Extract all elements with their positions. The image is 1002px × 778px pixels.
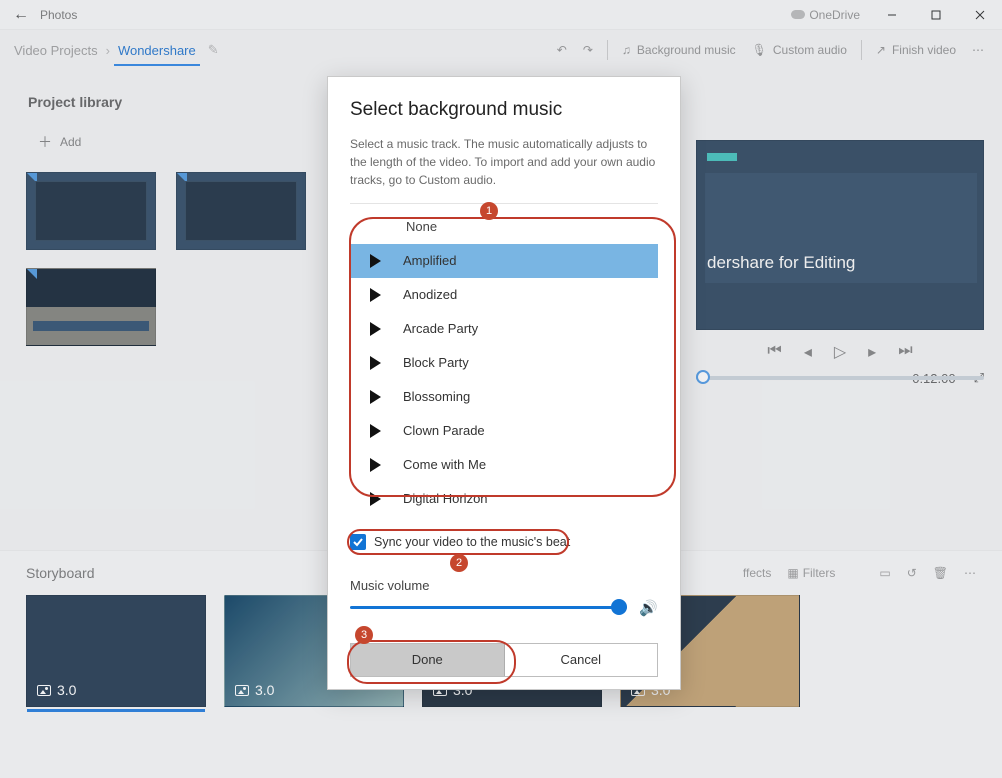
clip-duration: 3.0 (255, 682, 274, 698)
preview-scrubber[interactable] (696, 376, 984, 380)
play-icon[interactable] (370, 288, 381, 302)
more-button[interactable]: ⋯ (964, 39, 992, 61)
resize-icon[interactable]: ▭ (879, 566, 890, 580)
finish-video-button[interactable]: ↗ Finish video (868, 39, 964, 61)
step-back-icon[interactable]: ◂ (804, 342, 812, 362)
close-button[interactable] (958, 0, 1002, 30)
step-fwd-icon[interactable]: ▸ (868, 342, 876, 362)
dialog-button-row: 3 Done Cancel (350, 643, 658, 677)
track-option[interactable]: Clown Parade (350, 414, 658, 448)
background-music-dialog: Select background music Select a music t… (327, 76, 681, 690)
sync-checkbox[interactable] (350, 534, 366, 550)
volume-slider[interactable] (350, 606, 627, 609)
plus-icon: ＋ (38, 132, 52, 152)
play-icon[interactable] (370, 254, 381, 268)
dialog-description: Select a music track. The music automati… (350, 135, 658, 189)
finish-video-label: Finish video (892, 43, 956, 57)
export-icon: ↗ (876, 43, 886, 57)
storyboard-card[interactable]: 3.0 (26, 595, 206, 707)
microphone-icon: 🎙 (752, 43, 767, 57)
track-option[interactable]: Digital Horizon (350, 482, 658, 516)
breadcrumb-sep: › (106, 43, 110, 58)
rename-icon[interactable]: ✎ (208, 42, 219, 58)
track-option[interactable]: Arcade Party (350, 312, 658, 346)
track-option[interactable]: Come with Me (350, 448, 658, 482)
onedrive-label: OneDrive (809, 8, 860, 22)
undo-button[interactable]: ↶ (549, 39, 575, 61)
preview-panel: dershare for Editing ⏮ ◂ ▷ ▸ ⏭ 0:12.00 ⤢ (696, 140, 984, 475)
preview-screen[interactable]: dershare for Editing (696, 140, 984, 330)
image-icon (37, 685, 51, 696)
maximize-button[interactable] (914, 0, 958, 30)
track-label: Clown Parade (403, 423, 485, 438)
play-icon[interactable] (370, 458, 381, 472)
done-button[interactable]: Done (351, 644, 505, 676)
play-icon[interactable] (370, 424, 381, 438)
custom-audio-button[interactable]: 🎙 Custom audio (744, 39, 855, 61)
project-library-title: Project library (28, 94, 122, 110)
custom-audio-label: Custom audio (773, 43, 847, 57)
delete-icon[interactable]: 🗑 (933, 566, 948, 580)
filters-button[interactable]: ▦Filters (787, 566, 835, 580)
track-label: Anodized (403, 287, 457, 302)
redo-button[interactable]: ↷ (575, 39, 601, 61)
track-option-none[interactable]: None (350, 210, 658, 244)
filters-icon: ▦ (787, 566, 798, 580)
sync-beat-row[interactable]: 2 Sync your video to the music's beat (350, 534, 658, 550)
breadcrumb-parent[interactable]: Video Projects (10, 37, 102, 64)
breadcrumb-current[interactable]: Wondershare (114, 37, 200, 66)
volume-handle[interactable] (611, 599, 627, 615)
cloud-icon (791, 10, 805, 19)
track-label: Blossoming (403, 389, 470, 404)
library-thumb[interactable] (26, 172, 156, 250)
sync-label: Sync your video to the music's beat (374, 535, 570, 549)
storyboard-title: Storyboard (26, 565, 94, 581)
background-music-button[interactable]: ♫ Background music (614, 39, 744, 61)
title-bar: ← Photos OneDrive (0, 0, 1002, 30)
background-music-label: Background music (637, 43, 736, 57)
dialog-title: Select background music (350, 99, 658, 121)
speaker-icon[interactable]: 🔊 (639, 599, 658, 617)
track-option[interactable]: Block Party (350, 346, 658, 380)
track-label: Digital Horizon (403, 491, 488, 506)
play-icon[interactable] (370, 322, 381, 336)
track-option[interactable]: Amplified (350, 244, 658, 278)
add-label: Add (60, 135, 81, 149)
scrubber-handle[interactable] (696, 370, 710, 384)
back-icon[interactable]: ← (6, 6, 36, 24)
cancel-button[interactable]: Cancel (505, 644, 658, 676)
more-icon[interactable]: ⋯ (964, 566, 976, 580)
annotation-badge-2: 2 (450, 554, 468, 572)
minimize-button[interactable] (870, 0, 914, 30)
image-icon (235, 685, 249, 696)
onedrive-indicator[interactable]: OneDrive (791, 8, 860, 22)
rotate-icon[interactable]: ↺ (907, 566, 917, 580)
track-option[interactable]: Anodized (350, 278, 658, 312)
top-toolbar: Video Projects › Wondershare ✎ ↶ ↷ ♫ Bac… (0, 30, 1002, 70)
play-icon[interactable] (370, 356, 381, 370)
play-icon[interactable]: ▷ (834, 342, 846, 362)
track-list: 1 None AmplifiedAnodizedArcade PartyBloc… (350, 210, 658, 516)
track-label: Block Party (403, 355, 469, 370)
music-note-icon: ♫ (622, 43, 631, 57)
volume-label: Music volume (350, 578, 658, 593)
track-label: Arcade Party (403, 321, 478, 336)
prev-clip-icon[interactable]: ⏮ (767, 342, 781, 362)
preview-caption: dershare for Editing (707, 253, 855, 273)
track-option[interactable]: Blossoming (350, 380, 658, 414)
next-clip-icon[interactable]: ⏭ (898, 342, 912, 362)
annotation-badge-3: 3 (355, 626, 373, 644)
app-title: Photos (40, 8, 77, 22)
effects-button[interactable]: ffects (743, 566, 771, 580)
clip-duration: 3.0 (57, 682, 76, 698)
play-icon[interactable] (370, 390, 381, 404)
track-label: Come with Me (403, 457, 486, 472)
play-icon[interactable] (370, 492, 381, 506)
track-label: Amplified (403, 253, 456, 268)
add-media-button[interactable]: ＋ Add (38, 132, 81, 152)
annotation-badge-1: 1 (480, 202, 498, 220)
library-thumb[interactable] (26, 268, 156, 346)
library-thumb[interactable] (176, 172, 306, 250)
